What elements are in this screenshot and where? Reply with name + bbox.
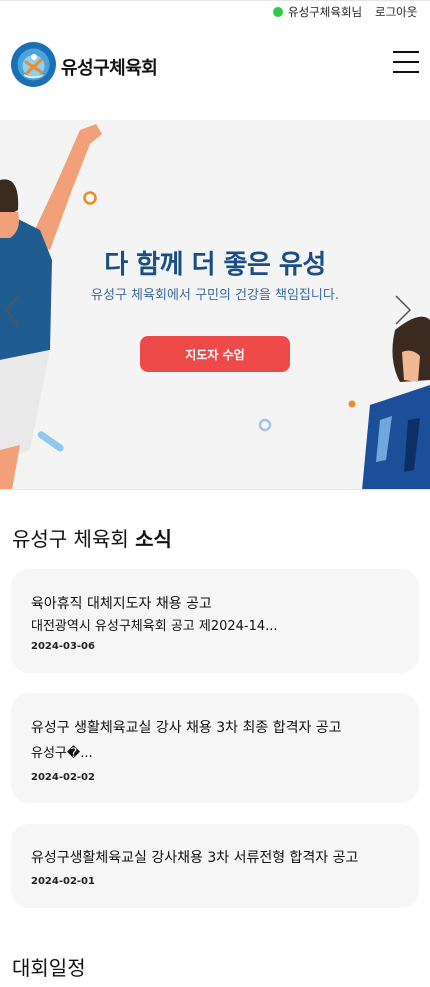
rugby-player-illustration <box>362 316 430 489</box>
news-card-title: 유성구생활체육교실 강사채용 3차 서류전형 합격자 공고 <box>31 850 359 866</box>
hamburger-menu-icon[interactable] <box>393 51 419 73</box>
news-card[interactable]: 유성구생활체육교실 강사채용 3차 서류전형 합격자 공고 2024-02-01 <box>11 824 419 908</box>
news-title-prefix: 유성구 체육회 <box>12 527 136 551</box>
top-bar: 유성구체육회님 로그아웃 <box>0 0 430 22</box>
hero-title: 다 함께 더 좋은 유성 <box>104 250 326 280</box>
instructor-class-button[interactable]: 지도자 수업 <box>140 336 290 372</box>
news-card-date: 2024-02-01 <box>31 876 95 887</box>
news-card-date: 2024-02-02 <box>31 772 95 783</box>
events-section-title: 대회일정 <box>12 956 86 980</box>
logout-link[interactable]: 로그아웃 <box>375 4 417 20</box>
news-card-title: 유성구 생활체육교실 강사 채용 3차 최종 합격자 공고 <box>31 720 342 736</box>
hero-subtitle: 유성구 체육회에서 구민의 건강을 책임집니다. <box>91 288 339 303</box>
news-section-title: 유성구 체육회 소식 <box>12 523 172 552</box>
hero-illustration <box>0 124 430 489</box>
site-header: 유성구체육회 <box>0 22 430 120</box>
chevron-left-icon[interactable] <box>2 292 24 328</box>
logo-emblem-icon <box>11 42 56 87</box>
news-card-desc: 대전광역시 유성구체육회 공고 제2024-14... <box>31 619 278 634</box>
site-logo[interactable] <box>11 42 56 87</box>
news-title-bold: 소식 <box>135 527 172 551</box>
news-card-title: 육아휴직 대체지도자 채용 공고 <box>31 596 212 612</box>
hero-banner: 다 함께 더 좋은 유성 유성구 체육회에서 구민의 건강을 책임집니다. 지도… <box>0 120 430 490</box>
user-name: 유성구체육회님 <box>288 5 363 19</box>
news-card[interactable]: 유성구 생활체육교실 강사 채용 3차 최종 합격자 공고 유성구�... 20… <box>11 693 419 803</box>
online-status-dot <box>273 7 283 17</box>
chevron-right-icon[interactable] <box>392 292 414 328</box>
news-card-date: 2024-03-06 <box>31 641 95 652</box>
site-name[interactable]: 유성구체육회 <box>61 54 158 80</box>
news-card[interactable]: 육아휴직 대체지도자 채용 공고 대전광역시 유성구체육회 공고 제2024-1… <box>11 569 419 673</box>
news-card-desc: 유성구�... <box>31 746 93 761</box>
